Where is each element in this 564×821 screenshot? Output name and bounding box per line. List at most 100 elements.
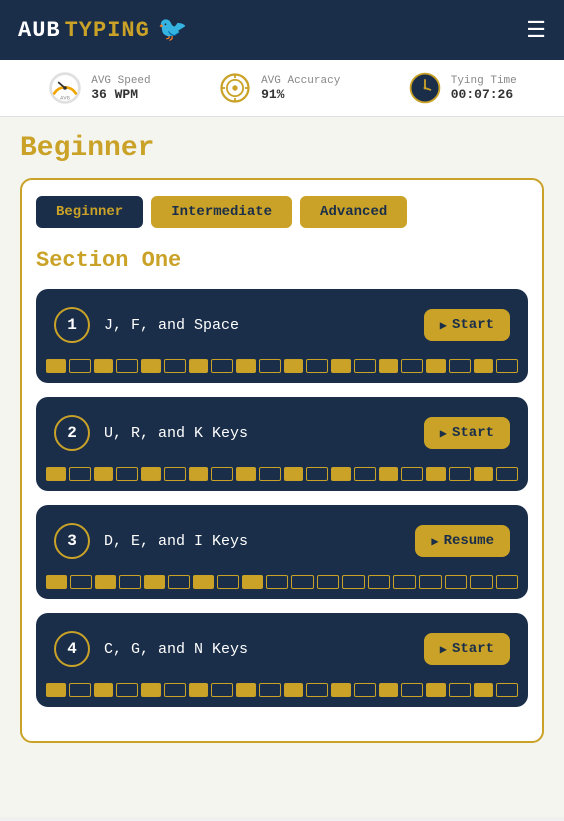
lesson-name-2: U, R, and K Keys — [104, 425, 248, 442]
key-10 — [259, 359, 281, 373]
key-2 — [69, 359, 91, 373]
key4-14 — [354, 683, 376, 697]
key-8 — [211, 359, 233, 373]
lesson-left-4: 4 C, G, and N Keys — [54, 631, 248, 667]
header: AUB TYPING 🐦 ☰ — [0, 0, 564, 60]
menu-button[interactable]: ☰ — [526, 17, 546, 43]
time-text: Tying Time 00:07:26 — [451, 75, 517, 102]
keyboard-pattern-4 — [36, 677, 528, 707]
key-5 — [141, 359, 161, 373]
lesson-card-inner-1: 1 J, F, and Space ▶ Start — [36, 289, 528, 353]
key2-20 — [496, 467, 518, 481]
key4-12 — [306, 683, 328, 697]
tab-beginner[interactable]: Beginner — [36, 196, 143, 228]
main-content: Beginner Beginner Intermediate Advanced … — [0, 117, 564, 817]
logo: AUB TYPING 🐦 — [18, 15, 188, 45]
key4-7 — [189, 683, 209, 697]
key-13 — [331, 359, 351, 373]
accuracy-text: AVG Accuracy 91% — [261, 75, 340, 102]
key2-9 — [236, 467, 256, 481]
key-11 — [284, 359, 304, 373]
key2-13 — [331, 467, 351, 481]
key3-10 — [266, 575, 289, 589]
key4-5 — [141, 683, 161, 697]
key3-9 — [242, 575, 263, 589]
lesson-number-2: 2 — [54, 415, 90, 451]
lesson-name-3: D, E, and I Keys — [104, 533, 248, 550]
svg-text:AVG: AVG — [60, 96, 70, 102]
lesson-name-4: C, G, and N Keys — [104, 641, 248, 658]
play-icon-4: ▶ — [440, 642, 447, 657]
key4-8 — [211, 683, 233, 697]
accuracy-label: AVG Accuracy — [261, 75, 340, 87]
key-15 — [379, 359, 399, 373]
lesson-card-inner-3: 3 D, E, and I Keys ▶ Resume — [36, 505, 528, 569]
key2-8 — [211, 467, 233, 481]
key2-15 — [379, 467, 399, 481]
lesson-left-2: 2 U, R, and K Keys — [54, 415, 248, 451]
key4-6 — [164, 683, 186, 697]
tabs: Beginner Intermediate Advanced — [36, 196, 528, 228]
key2-10 — [259, 467, 281, 481]
key-1 — [46, 359, 66, 373]
lesson-card-2: 2 U, R, and K Keys ▶ Start — [36, 397, 528, 491]
tab-advanced[interactable]: Advanced — [300, 196, 407, 228]
key2-7 — [189, 467, 209, 481]
key2-12 — [306, 467, 328, 481]
key3-14 — [368, 575, 391, 589]
key3-16 — [419, 575, 442, 589]
key2-2 — [69, 467, 91, 481]
lesson-2-btn-label: Start — [452, 425, 494, 441]
lesson-left-3: 3 D, E, and I Keys — [54, 523, 248, 559]
key2-3 — [94, 467, 114, 481]
key3-13 — [342, 575, 365, 589]
lesson-card-4: 4 C, G, and N Keys ▶ Start — [36, 613, 528, 707]
logo-typing-text: TYPING — [65, 18, 150, 43]
key4-19 — [474, 683, 494, 697]
lesson-2-start-button[interactable]: ▶ Start — [424, 417, 510, 449]
key2-17 — [426, 467, 446, 481]
lesson-number-4: 4 — [54, 631, 90, 667]
page-title: Beginner — [20, 133, 544, 164]
stats-bar: AVG AVG Speed 36 WPM AVG Accuracy 91% — [0, 60, 564, 117]
tabs-container: Beginner Intermediate Advanced Section O… — [20, 178, 544, 743]
key3-6 — [168, 575, 191, 589]
keyboard-pattern-1 — [36, 353, 528, 383]
key2-18 — [449, 467, 471, 481]
key-3 — [94, 359, 114, 373]
key4-3 — [94, 683, 114, 697]
lesson-1-start-button[interactable]: ▶ Start — [424, 309, 510, 341]
key3-17 — [445, 575, 468, 589]
key4-9 — [236, 683, 256, 697]
lesson-4-btn-label: Start — [452, 641, 494, 657]
speed-stat: AVG AVG Speed 36 WPM — [47, 70, 150, 106]
clock-icon — [407, 70, 443, 106]
lesson-name-1: J, F, and Space — [104, 317, 239, 334]
key3-1 — [46, 575, 67, 589]
key-9 — [236, 359, 256, 373]
lesson-number-3: 3 — [54, 523, 90, 559]
key2-6 — [164, 467, 186, 481]
lesson-card-inner-2: 2 U, R, and K Keys ▶ Start — [36, 397, 528, 461]
key-17 — [426, 359, 446, 373]
play-icon-3: ▶ — [431, 534, 438, 549]
section-title: Section One — [36, 248, 528, 273]
key4-4 — [116, 683, 138, 697]
key4-20 — [496, 683, 518, 697]
key4-1 — [46, 683, 66, 697]
lesson-number-1: 1 — [54, 307, 90, 343]
accuracy-value: 91% — [261, 87, 340, 102]
lesson-3-btn-label: Resume — [444, 533, 494, 549]
key4-13 — [331, 683, 351, 697]
key4-15 — [379, 683, 399, 697]
key2-16 — [401, 467, 423, 481]
tab-intermediate[interactable]: Intermediate — [151, 196, 292, 228]
lesson-1-btn-label: Start — [452, 317, 494, 333]
time-value: 00:07:26 — [451, 87, 517, 102]
time-label: Tying Time — [451, 75, 517, 87]
lesson-3-resume-button[interactable]: ▶ Resume — [415, 525, 510, 557]
key2-5 — [141, 467, 161, 481]
keyboard-pattern-3 — [36, 569, 528, 599]
lesson-4-start-button[interactable]: ▶ Start — [424, 633, 510, 665]
key-19 — [474, 359, 494, 373]
